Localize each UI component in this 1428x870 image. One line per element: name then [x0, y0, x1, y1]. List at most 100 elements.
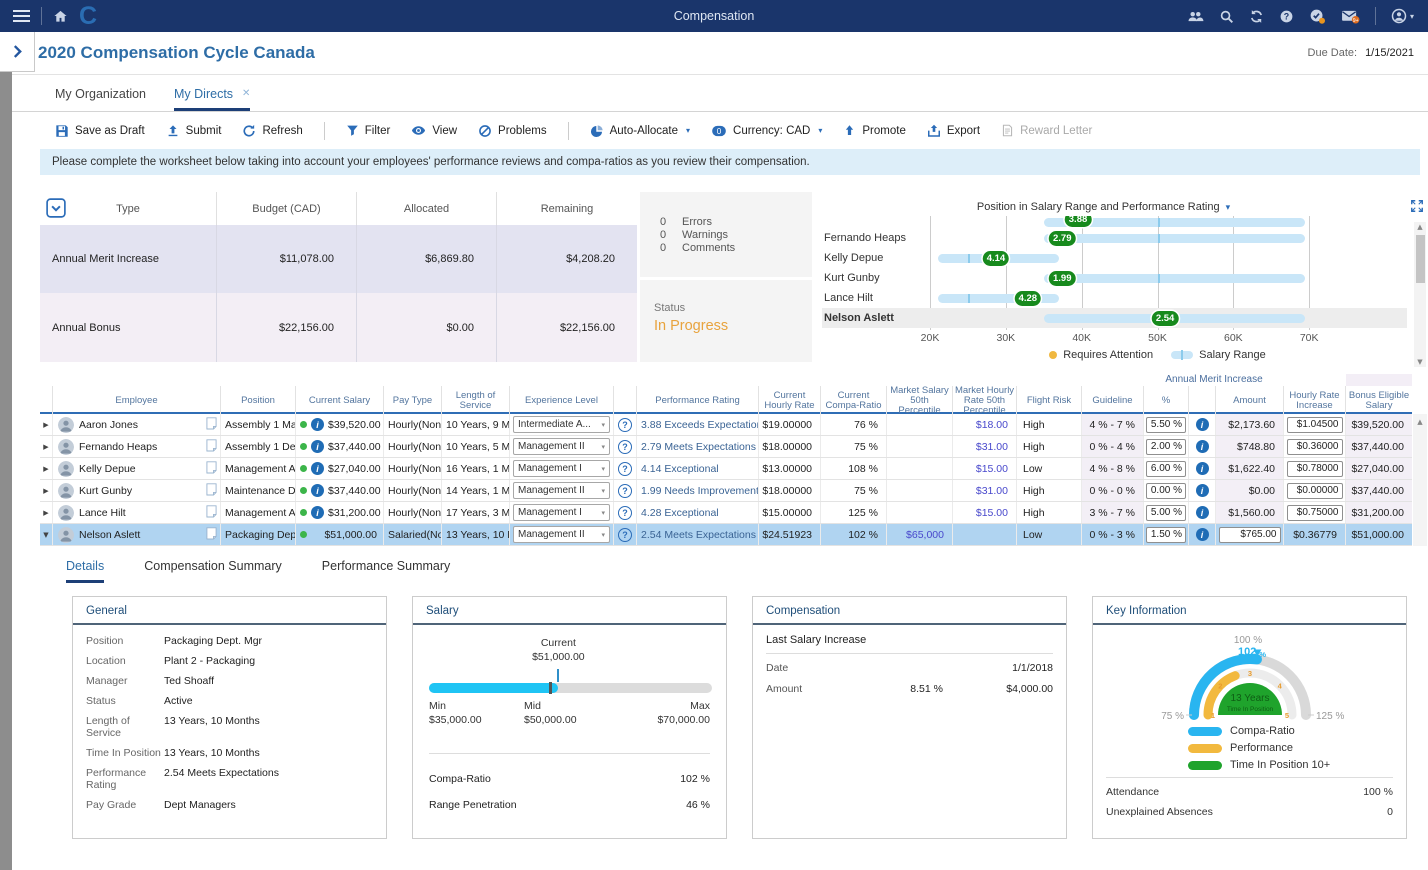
close-tab-icon[interactable]: ✕: [242, 88, 250, 99]
info-icon[interactable]: i: [1195, 484, 1209, 497]
experience-level-select[interactable]: Management II ▾: [513, 526, 610, 543]
row-expander[interactable]: ▶: [40, 436, 53, 457]
employee-cell[interactable]: Aaron Jones: [53, 414, 221, 435]
employee-cell[interactable]: Kelly Depue: [53, 458, 221, 479]
detail-tab-performance-summary[interactable]: Performance Summary: [322, 559, 451, 583]
note-icon[interactable]: [206, 482, 217, 499]
employee-row[interactable]: ▶Aaron JonesAssembly 1 Materi$39,520.00H…: [40, 414, 1412, 436]
budget-collapse-button[interactable]: [46, 198, 66, 221]
refresh-button[interactable]: Refresh: [242, 124, 303, 138]
field-label: Position: [86, 635, 124, 647]
info-icon[interactable]: i: [311, 418, 324, 431]
save-as-draft-button[interactable]: Save as Draft: [55, 124, 145, 138]
info-icon[interactable]: i: [311, 440, 324, 453]
employee-row[interactable]: ▶Kurt GunbyMaintenance Depi$37,440.00Hou…: [40, 480, 1412, 502]
row-expander[interactable]: ▼: [40, 524, 53, 545]
chart-scrollbar[interactable]: ▲ ▼: [1414, 222, 1426, 367]
amount-cell: $2,173.60: [1216, 414, 1284, 435]
status-box: Status In Progress: [640, 279, 812, 362]
current-compa-ratio-cell: 125 %: [821, 502, 887, 523]
info-icon[interactable]: i: [1195, 462, 1209, 475]
merit-percent-input[interactable]: [1146, 504, 1186, 521]
info-icon[interactable]: i: [1195, 506, 1209, 519]
experience-level-select[interactable]: Management I ▾: [513, 460, 610, 477]
guideline-cell: 3 % - 7 %: [1082, 502, 1144, 523]
note-icon[interactable]: [206, 504, 217, 521]
experience-level-select[interactable]: Intermediate A... ▾: [513, 416, 610, 433]
tab-my-organization[interactable]: My Organization: [55, 75, 146, 111]
salary-range-bar: [1043, 233, 1306, 243]
currency-button[interactable]: 0 Currency: CAD ▾: [711, 125, 822, 137]
question-icon[interactable]: ?: [618, 417, 632, 432]
note-icon[interactable]: [206, 526, 217, 543]
sync-icon[interactable]: [1249, 9, 1264, 24]
percent-cell: [1144, 502, 1189, 523]
question-icon[interactable]: ?: [618, 527, 632, 542]
submit-button[interactable]: Submit: [166, 124, 221, 138]
merit-percent-input[interactable]: [1146, 526, 1186, 543]
hourly-rate-increase-input[interactable]: [1286, 504, 1343, 521]
employee-row[interactable]: ▶Lance HiltManagement Assii$31,200.00Hou…: [40, 502, 1412, 524]
info-icon[interactable]: i: [1195, 440, 1209, 453]
employee-cell[interactable]: Lance Hilt: [53, 502, 221, 523]
row-expander[interactable]: ▶: [40, 458, 53, 479]
problems-button[interactable]: Problems: [478, 124, 547, 138]
legend-swatch: [1188, 743, 1222, 753]
question-icon[interactable]: ?: [618, 505, 632, 520]
info-icon[interactable]: i: [311, 484, 324, 497]
note-icon[interactable]: [206, 416, 217, 433]
note-icon[interactable]: [206, 438, 217, 455]
help-icon[interactable]: ?: [1279, 9, 1294, 24]
experience-level-select[interactable]: Management II ▾: [513, 482, 610, 499]
collapsed-sidebar[interactable]: [0, 72, 12, 870]
table-scrollbar[interactable]: ▲: [1412, 374, 1428, 546]
employee-row[interactable]: ▼ Nelson Aslett Packaging Dept. M $51,000.0…: [40, 524, 1412, 546]
expand-sidebar-button[interactable]: [0, 32, 35, 72]
hourly-rate-increase-input[interactable]: [1286, 460, 1343, 477]
export-button[interactable]: Export: [927, 124, 980, 138]
account-icon[interactable]: ▾: [1391, 8, 1414, 24]
pie-icon: [590, 124, 604, 138]
general-field-row: Position Packaging Dept. Mgr: [86, 635, 373, 647]
employee-cell[interactable]: Kurt Gunby: [53, 480, 221, 501]
hourly-rate-increase-input[interactable]: [1286, 482, 1343, 499]
view-button[interactable]: View: [411, 123, 457, 138]
promote-button[interactable]: Promote: [843, 124, 906, 137]
question-icon[interactable]: ?: [618, 483, 632, 498]
merit-amount-input[interactable]: [1218, 526, 1281, 543]
question-icon[interactable]: ?: [618, 439, 632, 454]
filter-button[interactable]: Filter: [346, 124, 390, 137]
search-icon[interactable]: [1219, 9, 1234, 24]
employee-row[interactable]: ▶ Fernando Heaps Assembly 1 Dept. i $37,440.…: [40, 436, 1412, 458]
employee-row[interactable]: ▶Kelly DepueManagement Assii$27,040.00Ho…: [40, 458, 1412, 480]
row-expander[interactable]: ▶: [40, 480, 53, 501]
messages-icon[interactable]: 9+: [1341, 9, 1360, 24]
info-icon[interactable]: i: [1195, 418, 1209, 431]
question-icon[interactable]: ?: [618, 461, 632, 476]
info-icon[interactable]: i: [1195, 528, 1209, 541]
tab-my-directs[interactable]: My Directs ✕: [174, 75, 251, 111]
hourly-rate-increase-input[interactable]: [1286, 416, 1343, 433]
chart-expand-icon[interactable]: [1410, 199, 1424, 216]
detail-tab-details[interactable]: Details: [66, 559, 105, 583]
note-icon[interactable]: [206, 460, 217, 477]
merit-percent-input[interactable]: [1146, 438, 1186, 455]
experience-level-select[interactable]: Management I ▾: [513, 504, 610, 521]
market-salary-cell: $65,000: [887, 524, 953, 545]
employee-cell[interactable]: Fernando Heaps: [53, 436, 221, 457]
merit-percent-input[interactable]: [1146, 482, 1186, 499]
merit-percent-input[interactable]: [1146, 416, 1186, 433]
people-icon[interactable]: [1187, 10, 1204, 23]
info-icon[interactable]: i: [311, 462, 324, 475]
approvals-icon[interactable]: [1309, 9, 1326, 24]
employee-cell[interactable]: Nelson Aslett: [53, 524, 221, 545]
row-expander[interactable]: ▶: [40, 414, 53, 435]
auto-allocate-button[interactable]: Auto-Allocate ▾: [590, 124, 690, 138]
experience-level-select[interactable]: Management II ▾: [513, 438, 610, 455]
detail-tab-compensation-summary[interactable]: Compensation Summary: [144, 559, 282, 583]
row-expander[interactable]: ▶: [40, 502, 53, 523]
chart-title-dropdown[interactable]: Position in Salary Range and Performance…: [822, 201, 1385, 213]
info-icon[interactable]: i: [311, 506, 324, 519]
merit-percent-input[interactable]: [1146, 460, 1186, 477]
hourly-rate-increase-input[interactable]: [1286, 438, 1343, 455]
